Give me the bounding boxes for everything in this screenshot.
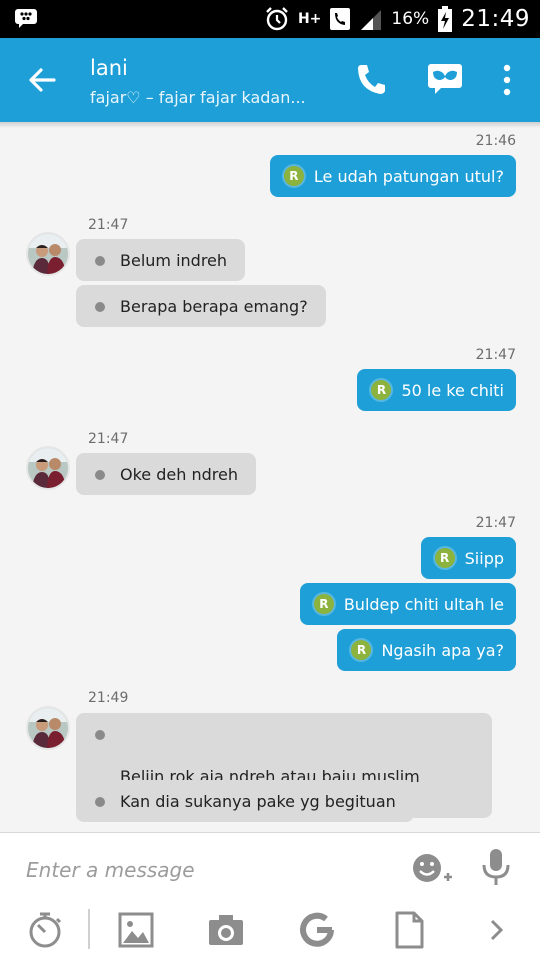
phone-icon[interactable] (356, 62, 388, 96)
app-bar: lani fajar♡ – fajar fajar kadan... (0, 38, 540, 122)
outgoing-message[interactable]: R 50 le ke chiti (357, 369, 516, 411)
emoji-add-icon[interactable] (410, 849, 454, 887)
avatar[interactable] (26, 232, 70, 276)
google-icon[interactable] (298, 911, 336, 949)
incoming-message[interactable]: Berapa berapa emang? (76, 285, 326, 327)
network-type-label: H+ (297, 11, 322, 27)
incoming-message[interactable]: Belum indreh (76, 239, 246, 281)
message-text: Siipp (464, 548, 504, 568)
timestamp: 21:46 (475, 133, 516, 149)
outgoing-message[interactable]: R Siipp (420, 537, 516, 579)
mic-icon[interactable] (480, 847, 512, 887)
message-input[interactable] (24, 849, 398, 891)
unread-dot (95, 256, 105, 266)
chat-area[interactable]: 21:46 R Le udah patungan utul? 21:47 Bel… (0, 128, 540, 832)
timer-icon[interactable] (26, 911, 64, 949)
outgoing-message[interactable]: R Buldep chiti ultah le (299, 583, 516, 625)
outgoing-message[interactable]: R Ngasih apa ya? (337, 629, 516, 671)
unread-dot (95, 470, 105, 480)
image-icon[interactable] (117, 911, 155, 949)
file-icon[interactable] (390, 911, 428, 949)
message-text: 50 le ke chiti (401, 380, 504, 400)
chat-subtitle[interactable]: fajar♡ – fajar fajar kadan... (90, 88, 306, 107)
message-text: Oke deh ndreh (120, 465, 238, 484)
read-badge: R (371, 380, 392, 400)
message-text: Buldep chiti ultah le (343, 594, 504, 614)
message-text: Kan dia sukanya pake yg begituan (120, 792, 396, 811)
message-text: Le udah patungan utul? (313, 166, 504, 186)
status-bar: H+ 16% 21:49 (0, 0, 540, 38)
toolbar-divider (88, 909, 90, 949)
message-text: Ngasih apa ya? (381, 640, 504, 660)
battery-charging-icon (438, 6, 453, 32)
unread-dot (95, 797, 105, 807)
unread-dot (95, 302, 105, 312)
more-vert-icon[interactable] (498, 64, 516, 96)
camera-icon[interactable] (207, 911, 245, 949)
signal-icon (361, 10, 382, 30)
avatar-photo (28, 448, 68, 488)
compose-bar (0, 832, 540, 961)
outgoing-message[interactable]: R Le udah patungan utul? (269, 155, 516, 197)
call-status-icon (330, 8, 351, 30)
read-badge: R (283, 166, 304, 186)
message-text: Berapa berapa emang? (120, 297, 308, 316)
timestamp: 21:47 (88, 217, 129, 233)
arrow-left-icon[interactable] (24, 62, 60, 98)
avatar-photo (28, 708, 68, 748)
alarm-icon (266, 7, 288, 31)
timestamp: 21:47 (475, 515, 516, 531)
read-badge: R (313, 594, 334, 614)
read-badge: R (351, 640, 372, 660)
avatar[interactable] (26, 706, 70, 750)
timestamp: 21:47 (475, 347, 516, 363)
mask-icon[interactable] (427, 63, 463, 95)
chevron-right-icon[interactable] (478, 911, 516, 949)
timestamp: 21:49 (88, 690, 129, 706)
incoming-message[interactable]: Kan dia sukanya pake yg begituan (76, 780, 414, 822)
chat-title[interactable]: lani (90, 56, 128, 80)
unread-dot (95, 730, 105, 740)
bbm-notification-icon (15, 9, 37, 28)
battery-percent: 16% (391, 9, 430, 29)
status-time: 21:49 (461, 6, 530, 32)
avatar-photo (28, 234, 68, 274)
attachment-toolbar (0, 903, 540, 959)
message-text: Belum indreh (120, 251, 228, 270)
read-badge: R (434, 548, 455, 568)
incoming-message[interactable]: Oke deh ndreh (76, 453, 256, 495)
avatar[interactable] (26, 446, 70, 490)
timestamp: 21:47 (88, 431, 129, 447)
